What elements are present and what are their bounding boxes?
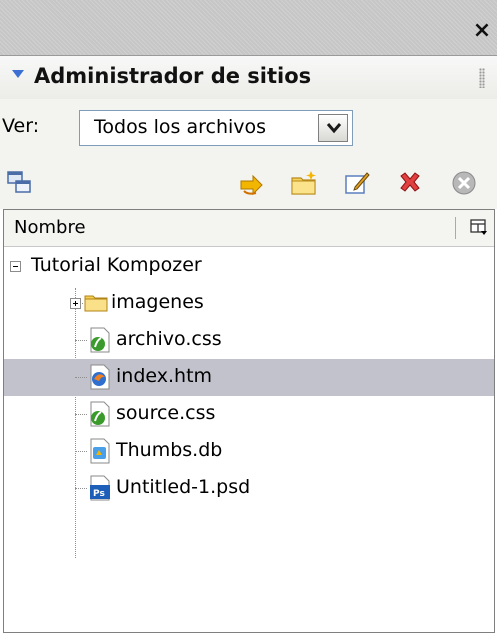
collapse-triangle-icon[interactable] xyxy=(12,70,24,78)
tree-connector xyxy=(75,414,87,415)
go-up-icon[interactable] xyxy=(238,169,266,197)
tree-item-thumbs-db[interactable]: Thumbs.db xyxy=(4,433,494,470)
tree-item-imagenes[interactable]: imagenes xyxy=(4,285,494,322)
close-icon[interactable]: × xyxy=(471,20,493,42)
filter-label: Ver: xyxy=(2,115,40,137)
column-picker-icon[interactable] xyxy=(470,218,488,236)
chevron-down-icon xyxy=(326,123,342,134)
edit-site-icon[interactable] xyxy=(343,169,371,197)
css-file-icon xyxy=(90,327,110,353)
tree-connector xyxy=(75,377,87,378)
delete-icon[interactable] xyxy=(396,169,424,197)
tree-connector xyxy=(75,340,87,341)
photoshop-file-icon: Ps xyxy=(90,475,110,501)
tree-item-label: imagenes xyxy=(111,291,204,313)
expand-toggle-icon[interactable] xyxy=(70,298,81,309)
tree-root-label: Tutorial Kompozer xyxy=(31,254,202,276)
tree-connector xyxy=(75,488,87,489)
filter-select[interactable]: Todos los archivos xyxy=(79,110,353,146)
tree-item-label: source.css xyxy=(116,402,216,424)
tree-root-row[interactable]: Tutorial Kompozer xyxy=(4,248,494,285)
new-site-icon[interactable] xyxy=(6,169,34,197)
column-divider xyxy=(455,217,456,239)
collapse-toggle-icon[interactable] xyxy=(10,261,21,272)
drag-grip-icon[interactable] xyxy=(479,68,485,88)
panel-header[interactable]: Administrador de sitios xyxy=(0,55,497,100)
tree-item-label: Untitled-1.psd xyxy=(116,476,251,498)
dropdown-button[interactable] xyxy=(318,114,348,142)
tree-item-source-css[interactable]: source.css xyxy=(4,396,494,433)
filter-select-value: Todos los archivos xyxy=(94,116,267,138)
filter-row: Ver: Todos los archivos xyxy=(0,99,497,161)
tree-item-label: Thumbs.db xyxy=(116,439,223,461)
panel-title: Administrador de sitios xyxy=(34,64,312,88)
tree-item-label: index.htm xyxy=(116,365,213,387)
svg-text:Ps: Ps xyxy=(93,489,105,499)
tree-item-archivo-css[interactable]: archivo.css xyxy=(4,322,494,359)
file-tree[interactable]: Nombre Tutorial Kompozer imagenes archiv… xyxy=(3,209,495,633)
tree-item-untitled-psd[interactable]: Ps Untitled-1.psd xyxy=(4,470,494,507)
folder-icon xyxy=(84,295,108,312)
stop-icon[interactable] xyxy=(450,169,478,197)
column-header-name: Nombre xyxy=(14,217,86,238)
column-header[interactable]: Nombre xyxy=(4,210,494,247)
tree-item-index-htm[interactable]: index.htm xyxy=(4,359,494,396)
toolbar xyxy=(0,161,497,209)
database-file-icon xyxy=(90,438,110,464)
new-folder-icon[interactable] xyxy=(290,169,318,197)
html-file-icon xyxy=(90,364,110,390)
panel-top-strip: × xyxy=(0,0,497,55)
css-file-icon xyxy=(90,401,110,427)
tree-connector xyxy=(75,451,87,452)
tree-item-label: archivo.css xyxy=(116,328,222,350)
